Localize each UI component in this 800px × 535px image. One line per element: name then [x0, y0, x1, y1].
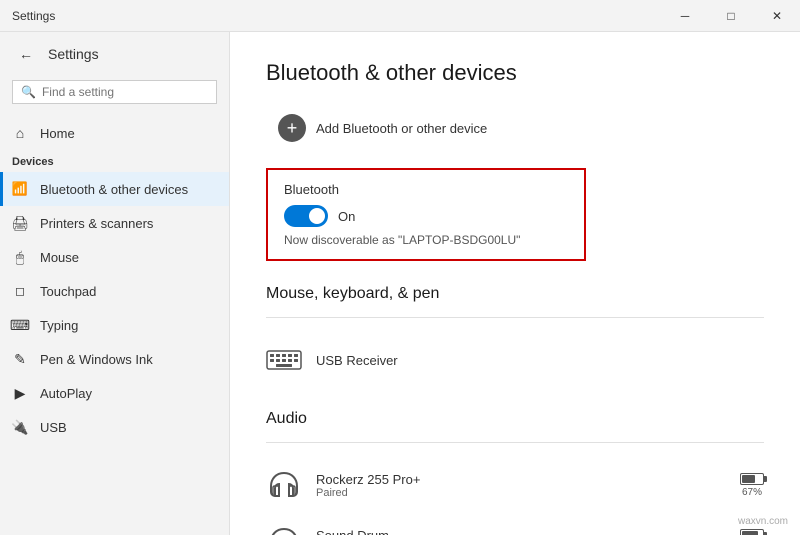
titlebar-title: Settings	[12, 9, 55, 23]
autoplay-icon: ▶	[12, 385, 28, 401]
app-body: ← Settings 🔍 ⌂ Home Devices 📶 Bluetooth …	[0, 32, 800, 535]
home-icon: ⌂	[12, 125, 28, 141]
rockerz-row: Rockerz 255 Pro+ Paired 67%	[266, 459, 764, 511]
bluetooth-box-title: Bluetooth	[284, 182, 568, 197]
sound-drum-row: Sound Drum Paired 80%	[266, 515, 764, 535]
rockerz-battery: 67%	[740, 473, 764, 498]
sidebar-item-label-pen: Pen & Windows Ink	[40, 352, 153, 367]
mouse-section-title: Mouse, keyboard, & pen	[266, 285, 764, 303]
sidebar-item-printers[interactable]: 🖨 Printers & scanners	[0, 206, 229, 240]
printers-icon: 🖨	[12, 215, 28, 231]
sidebar: ← Settings 🔍 ⌂ Home Devices 📶 Bluetooth …	[0, 32, 230, 535]
back-button[interactable]: ←	[12, 40, 40, 68]
pen-icon: ✎	[12, 351, 28, 367]
audio-divider	[266, 442, 764, 443]
sidebar-item-pen[interactable]: ✎ Pen & Windows Ink	[0, 342, 229, 376]
mouse-section: Mouse, keyboard, & pen	[266, 285, 764, 386]
rockerz-battery-pct: 67%	[742, 487, 762, 498]
search-icon: 🔍	[21, 85, 36, 99]
usb-icon: 🔌	[12, 419, 28, 435]
sidebar-nav-top: ← Settings	[0, 32, 229, 76]
sidebar-item-label-typing: Typing	[40, 318, 78, 333]
sidebar-item-label-usb: USB	[40, 420, 67, 435]
touchpad-icon: ◻	[12, 283, 28, 299]
bluetooth-icon: 📶	[12, 181, 28, 197]
maximize-button[interactable]: □	[708, 0, 754, 32]
add-icon: +	[278, 114, 306, 142]
usb-receiver-row: USB Receiver	[266, 334, 764, 386]
usb-receiver-info: USB Receiver	[316, 353, 764, 368]
sidebar-item-home[interactable]: ⌂ Home	[0, 116, 229, 150]
devices-section-label: Devices	[0, 150, 229, 172]
rockerz-status: Paired	[316, 487, 726, 499]
sidebar-item-bluetooth[interactable]: 📶 Bluetooth & other devices	[0, 172, 229, 206]
usb-receiver-name: USB Receiver	[316, 353, 764, 368]
titlebar: Settings ─ □ ✕	[0, 0, 800, 32]
sound-drum-name: Sound Drum	[316, 528, 726, 535]
sidebar-item-autoplay[interactable]: ▶ AutoPlay	[0, 376, 229, 410]
sidebar-item-touchpad[interactable]: ◻ Touchpad	[0, 274, 229, 308]
titlebar-controls: ─ □ ✕	[662, 0, 800, 32]
bluetooth-toggle[interactable]	[284, 205, 328, 227]
mouse-divider	[266, 317, 764, 318]
search-box: 🔍	[12, 80, 217, 104]
close-button[interactable]: ✕	[754, 0, 800, 32]
sidebar-item-label-autoplay: AutoPlay	[40, 386, 92, 401]
sidebar-item-usb[interactable]: 🔌 USB	[0, 410, 229, 444]
rockerz-name: Rockerz 255 Pro+	[316, 472, 726, 487]
sidebar-item-label-mouse: Mouse	[40, 250, 79, 265]
audio-section: Audio Rockerz 255 Pro+ Paired	[266, 410, 764, 535]
search-input[interactable]	[42, 85, 208, 99]
toggle-label: On	[338, 209, 355, 224]
sound-drum-info: Sound Drum Paired	[316, 528, 726, 535]
sidebar-item-label-touchpad: Touchpad	[40, 284, 96, 299]
sidebar-item-label-bluetooth: Bluetooth & other devices	[40, 182, 188, 197]
mouse-icon: 🖱	[12, 249, 28, 265]
content-area: Bluetooth & other devices + Add Bluetoot…	[230, 32, 800, 535]
page-title: Bluetooth & other devices	[266, 60, 764, 86]
keyboard-icon	[266, 342, 302, 378]
sidebar-item-label-home: Home	[40, 126, 75, 141]
bluetooth-discoverable: Now discoverable as "LAPTOP-BSDG00LU"	[284, 233, 568, 247]
sidebar-item-typing[interactable]: ⌨ Typing	[0, 308, 229, 342]
sidebar-app-title: Settings	[48, 46, 99, 62]
typing-icon: ⌨	[12, 317, 28, 333]
sidebar-item-mouse[interactable]: 🖱 Mouse	[0, 240, 229, 274]
headphone-icon-1	[266, 467, 302, 503]
add-device-button[interactable]: + Add Bluetooth or other device	[266, 106, 499, 150]
audio-section-title: Audio	[266, 410, 764, 428]
battery-icon-2	[740, 529, 764, 535]
sidebar-item-label-printers: Printers & scanners	[40, 216, 153, 231]
headphone-icon-2	[266, 523, 302, 535]
add-device-label: Add Bluetooth or other device	[316, 121, 487, 136]
minimize-button[interactable]: ─	[662, 0, 708, 32]
toggle-row: On	[284, 205, 568, 227]
battery-icon-1	[740, 473, 764, 485]
rockerz-info: Rockerz 255 Pro+ Paired	[316, 472, 726, 499]
sound-drum-battery: 80%	[740, 529, 764, 535]
bluetooth-box: Bluetooth On Now discoverable as "LAPTOP…	[266, 168, 586, 261]
